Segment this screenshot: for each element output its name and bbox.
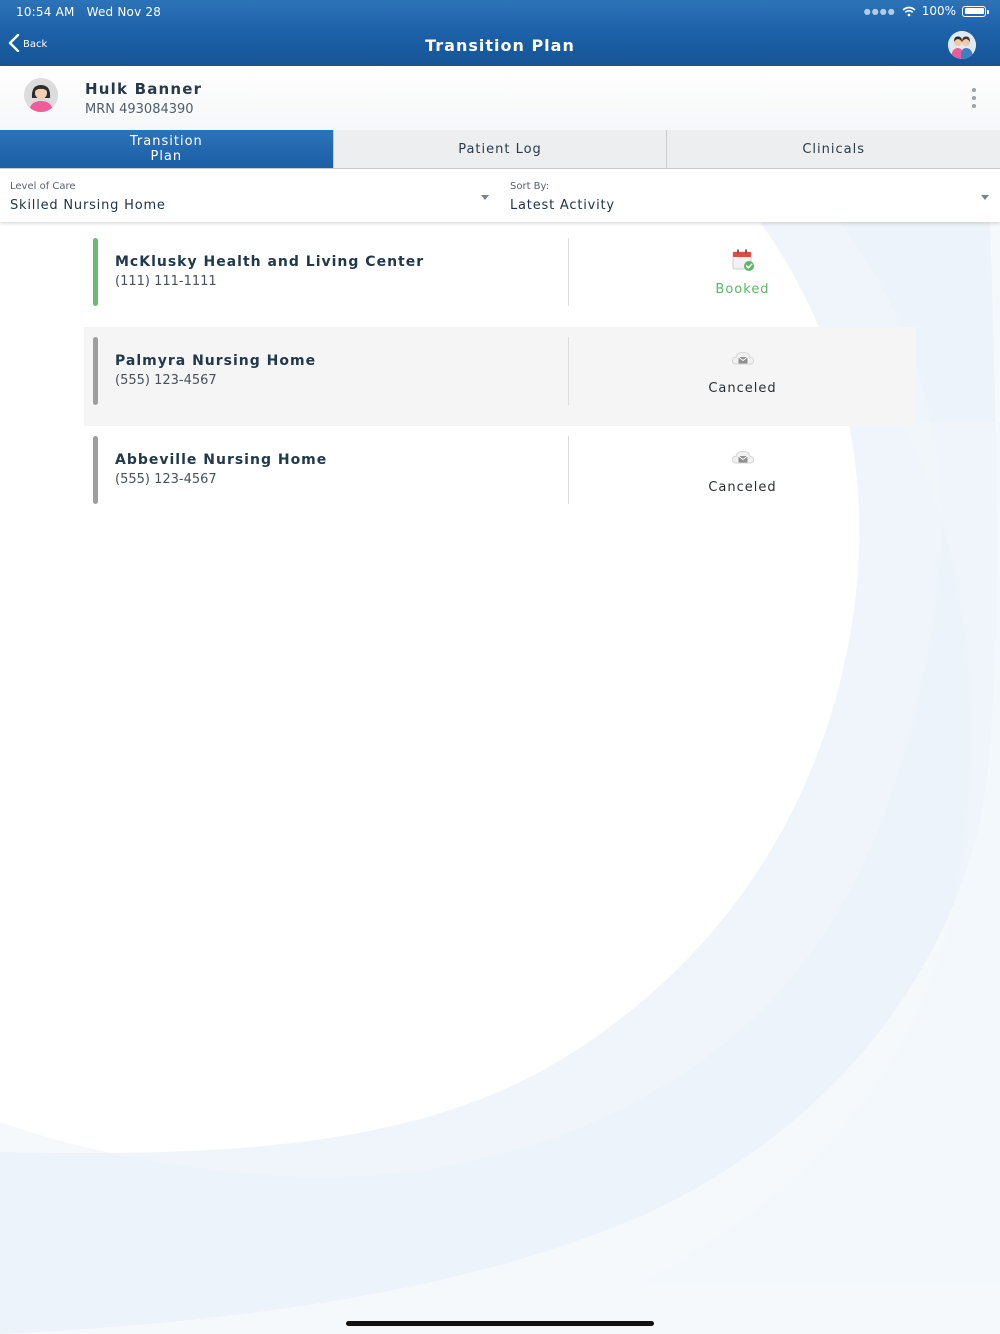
patient-header: Hulk Banner MRN 493084390 [0,66,1000,130]
facility-status: Canceled [569,347,916,396]
facility-phone: (555) 123-4567 [115,472,217,487]
patient-name: Hulk Banner [85,80,203,98]
status-icon-wrap [569,446,916,470]
facility-name: Abbeville Nursing Home [115,452,328,468]
cloud-envelope-icon [731,351,754,365]
nav-bar: 10:54 AM Wed Nov 28 ●●●● 100% Back Trans… [0,0,1000,66]
facility-row[interactable]: Abbeville Nursing Home (555) 123-4567 Ca… [84,426,916,525]
caret-down-icon [981,195,989,200]
caret-down-icon [481,195,489,200]
filter-bar: Level of Care Skilled Nursing Home Sort … [0,169,1000,222]
facility-info: Palmyra Nursing Home (555) 123-4567 [115,353,316,388]
facility-row[interactable]: Palmyra Nursing Home (555) 123-4567 Canc… [84,327,916,426]
status-label: Canceled [708,381,777,396]
tab-transition-plan[interactable]: Transition Plan [0,130,333,168]
level-of-care-dropdown[interactable]: Level of Care Skilled Nursing Home [0,169,500,222]
status-label: Booked [715,282,770,297]
more-dot-icon [972,104,976,108]
tab-patient-log[interactable]: Patient Log [332,130,667,168]
status-time: 10:54 AM Wed Nov 28 [16,5,161,19]
facility-name: Palmyra Nursing Home [115,353,317,369]
more-dot-icon [972,96,976,100]
facility-name: McKlusky Health and Living Center [115,254,425,270]
facility-list: McKlusky Health and Living Center (111) … [84,228,916,525]
facility-phone: (111) 111-1111 [115,274,217,289]
signal-icon: ●●●● [863,6,896,16]
level-of-care-value: Skilled Nursing Home [10,198,166,213]
patient-mrn: MRN 493084390 [85,102,194,117]
facility-row[interactable]: McKlusky Health and Living Center (111) … [84,228,916,327]
status-icon-wrap [569,248,916,272]
calendar-check-icon [732,249,754,271]
sort-by-value: Latest Activity [510,198,615,213]
care-team-avatar[interactable] [948,31,976,59]
status-accent-bar [93,238,98,306]
status-icon-wrap [569,347,916,371]
tab-bar: Transition Plan Patient Log Clinicals [0,130,1000,169]
more-dot-icon [972,88,976,92]
more-options-button[interactable] [970,88,978,108]
patient-avatar-icon [24,78,58,112]
battery-icon [962,5,989,17]
facility-info: McKlusky Health and Living Center (111) … [115,254,424,289]
status-accent-bar [93,436,98,504]
status-clock: 10:54 AM [16,5,75,19]
sort-by-label: Sort By: [510,181,550,192]
battery-percent: 100% [921,4,956,18]
page-title: Transition Plan [425,36,575,55]
tab-label: Transition Plan [129,134,203,164]
status-accent-bar [93,337,98,405]
status-date: Wed Nov 28 [86,5,162,19]
care-team-icon [948,31,976,59]
status-label: Canceled [708,480,777,495]
facility-phone: (555) 123-4567 [115,373,217,388]
tab-label: Patient Log [458,141,542,157]
status-indicators: ●●●● 100% [863,4,989,18]
patient-avatar [24,78,58,112]
tab-clinicals[interactable]: Clinicals [666,130,1000,168]
sort-by-dropdown[interactable]: Sort By: Latest Activity [500,169,1000,222]
level-of-care-label: Level of Care [10,181,76,192]
wifi-icon [902,6,916,16]
facility-info: Abbeville Nursing Home (555) 123-4567 [115,452,327,487]
home-indicator[interactable] [346,1321,654,1326]
tab-label: Clinicals [802,141,865,157]
facility-status: Canceled [569,446,916,495]
cloud-envelope-icon [731,450,754,464]
facility-status: Booked [569,248,916,297]
